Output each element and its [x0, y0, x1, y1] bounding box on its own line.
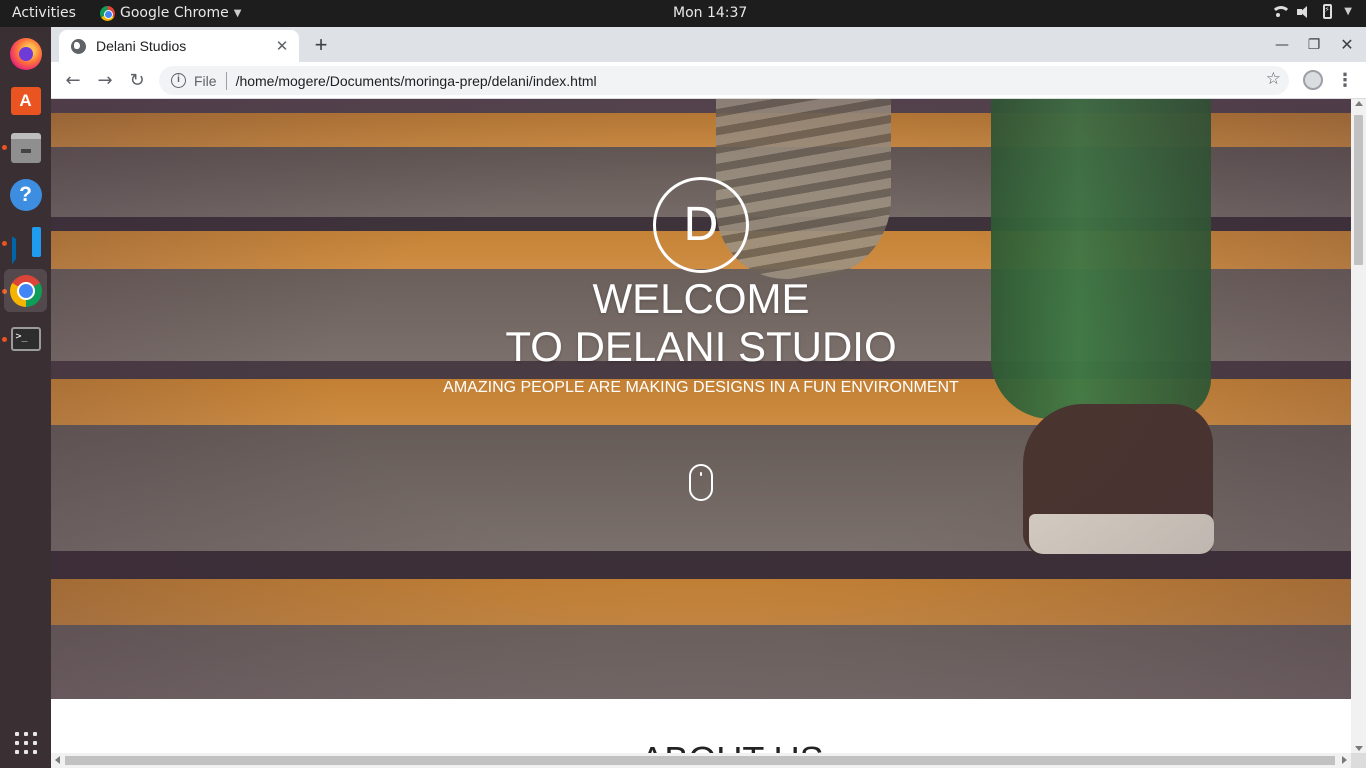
hero-heading-line2: TO DELANI STUDIO	[505, 323, 897, 370]
page-viewport: D WELCOME TO DELANI STUDIO AMAZING PEOPL…	[51, 99, 1351, 753]
dock-item-help[interactable]: ?	[4, 173, 47, 216]
dock: A ? >_	[0, 27, 51, 768]
url-text[interactable]: /home/mogere/Documents/moringa-prep/dela…	[236, 73, 597, 89]
hero-heading: WELCOME TO DELANI STUDIO	[51, 275, 1351, 371]
vscode-icon	[11, 226, 41, 257]
profile-avatar[interactable]	[1303, 70, 1323, 90]
dock-item-terminal[interactable]: >_	[4, 317, 47, 360]
app-grid-icon	[14, 731, 37, 754]
divider	[225, 71, 227, 90]
scrollbar-thumb[interactable]	[65, 756, 1335, 765]
activities-button[interactable]: Activities	[12, 5, 76, 21]
app-menu-label: Google Chrome	[120, 5, 229, 21]
tab-strip: Delani Studios ✕ + — ❐ ✕	[51, 27, 1366, 62]
back-button[interactable]: ←	[60, 68, 86, 94]
hero-section: D WELCOME TO DELANI STUDIO AMAZING PEOPL…	[51, 99, 1351, 699]
tab-delani-studios[interactable]: Delani Studios ✕	[59, 30, 299, 62]
dock-item-software[interactable]: A	[4, 79, 47, 122]
files-icon	[10, 132, 41, 163]
firefox-icon	[9, 37, 42, 70]
close-window-button[interactable]: ✕	[1336, 34, 1358, 56]
horizontal-scrollbar[interactable]	[51, 753, 1351, 768]
scroll-up-icon[interactable]	[1355, 101, 1363, 106]
volume-icon	[1297, 5, 1311, 18]
address-bar[interactable]: i File /home/mogere/Documents/moringa-pr…	[159, 66, 1289, 95]
scrollbar-thumb[interactable]	[1354, 115, 1363, 265]
menu-kebab-icon[interactable]: ⋮	[1336, 68, 1354, 94]
battery-icon	[1323, 4, 1333, 19]
chevron-down-icon: ▼	[1344, 6, 1352, 17]
minimize-button[interactable]: —	[1271, 34, 1293, 56]
about-section-title: ABOUT US	[51, 739, 1351, 753]
hero-heading-line1: WELCOME	[592, 275, 810, 322]
reload-button[interactable]: ↻	[124, 68, 150, 94]
chrome-icon	[9, 274, 42, 307]
url-scheme: File	[194, 72, 217, 89]
browser-toolbar: ← → ↻ i File /home/mogere/Documents/mori…	[51, 62, 1366, 99]
dock-item-chrome[interactable]	[4, 269, 47, 312]
scroll-down-icon[interactable]	[1355, 746, 1363, 751]
info-icon[interactable]: i	[171, 73, 186, 88]
dock-item-vscode[interactable]	[4, 220, 47, 263]
hero-tagline: AMAZING PEOPLE ARE MAKING DESIGNS IN A F…	[443, 379, 959, 396]
show-applications-button[interactable]	[4, 721, 47, 764]
maximize-button[interactable]: ❐	[1303, 34, 1325, 56]
system-top-bar: Activities Google Chrome ▼ Mon 14:37 ▼	[0, 0, 1366, 27]
browser-window: Delani Studios ✕ + — ❐ ✕ ← → ↻ i File /h…	[51, 27, 1366, 768]
chevron-down-icon: ▼	[233, 7, 242, 19]
wifi-icon	[1271, 6, 1292, 17]
bookmark-star-icon[interactable]: ☆	[1266, 69, 1281, 89]
new-tab-button[interactable]: +	[309, 34, 333, 58]
dock-item-files[interactable]	[4, 126, 47, 169]
globe-icon	[71, 38, 86, 54]
terminal-icon: >_	[10, 326, 41, 351]
dock-item-firefox[interactable]	[4, 32, 47, 75]
clock[interactable]: Mon 14:37	[673, 5, 747, 21]
app-menu[interactable]: Google Chrome ▼	[100, 5, 241, 21]
close-icon[interactable]: ✕	[272, 36, 292, 56]
forward-button[interactable]: →	[92, 68, 118, 94]
help-icon: ?	[9, 178, 42, 211]
logo-circle: D	[653, 177, 749, 273]
scroll-right-icon[interactable]	[1342, 756, 1347, 764]
vertical-scrollbar[interactable]	[1351, 99, 1366, 753]
system-tray[interactable]: ▼	[1271, 4, 1352, 19]
chrome-icon	[100, 5, 115, 21]
scroll-mouse-icon[interactable]	[689, 464, 713, 501]
tab-title: Delani Studios	[96, 38, 187, 54]
software-center-icon: A	[10, 86, 41, 115]
scroll-left-icon[interactable]	[55, 756, 60, 764]
